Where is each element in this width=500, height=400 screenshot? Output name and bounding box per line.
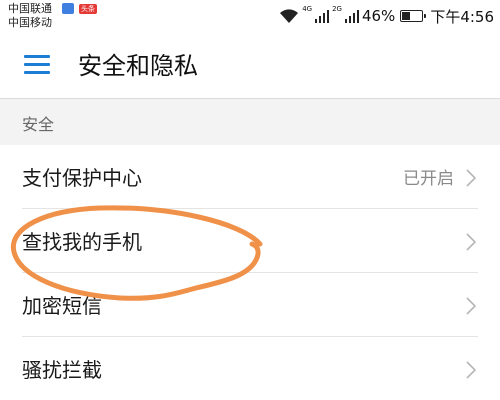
hamburger-menu-icon[interactable] [24, 55, 50, 75]
notification-app-icon [62, 3, 74, 14]
section-header: 安全 [0, 99, 500, 145]
section-header-label: 安全 [22, 115, 55, 134]
list-item-encrypted-sms[interactable]: 加密短信 [0, 273, 500, 337]
list-item-status: 已开启 [403, 169, 454, 189]
app-bar: 安全和隐私 [0, 34, 500, 99]
signal-1-icon [315, 10, 330, 23]
battery-percent: 46% [361, 7, 396, 25]
menu-line-middle [24, 63, 50, 66]
status-right-group: 4G 2G 46% 下午4:56 [279, 5, 494, 27]
list-item-payment-protection[interactable]: 支付保护中心 已开启 [0, 145, 500, 209]
list-item-label: 加密短信 [22, 294, 102, 318]
list-item-find-my-phone[interactable]: 查找我的手机 [0, 209, 500, 273]
chevron-right-icon [466, 169, 476, 187]
chevron-right-icon [466, 297, 476, 315]
signal-2-icon [344, 10, 359, 23]
clock-time: 下午4:56 [430, 7, 494, 26]
menu-line-top [24, 55, 50, 58]
battery-fill [402, 12, 411, 20]
list-item-label: 骚扰拦截 [22, 358, 102, 382]
carrier-1-label: 中国联通 [8, 2, 52, 15]
network-1-type: 4G [302, 5, 313, 13]
carrier-info: 中国联通 中国移动 [8, 2, 52, 30]
carrier-2-label: 中国移动 [8, 16, 52, 29]
list-item-label: 查找我的手机 [22, 230, 142, 254]
list-item-label: 支付保护中心 [22, 166, 142, 190]
chevron-right-icon [466, 233, 476, 251]
news-app-badge: 头条 [79, 3, 97, 14]
network-2-type: 2G [332, 5, 342, 13]
status-bar: 中国联通 中国移动 头条 4G 2G 46% 下午4:56 [0, 0, 500, 34]
wifi-icon [280, 9, 299, 23]
list-item-harassment-block[interactable]: 骚扰拦截 [0, 337, 500, 400]
notification-icons: 头条 [62, 3, 97, 14]
battery-icon [400, 10, 427, 22]
page-title: 安全和隐私 [78, 52, 198, 80]
menu-line-bottom [24, 71, 50, 74]
phone-screen: 中国联通 中国移动 头条 4G 2G 46% 下午4:56 安全和隐私 安全 支… [0, 0, 500, 400]
chevron-right-icon [466, 361, 476, 379]
